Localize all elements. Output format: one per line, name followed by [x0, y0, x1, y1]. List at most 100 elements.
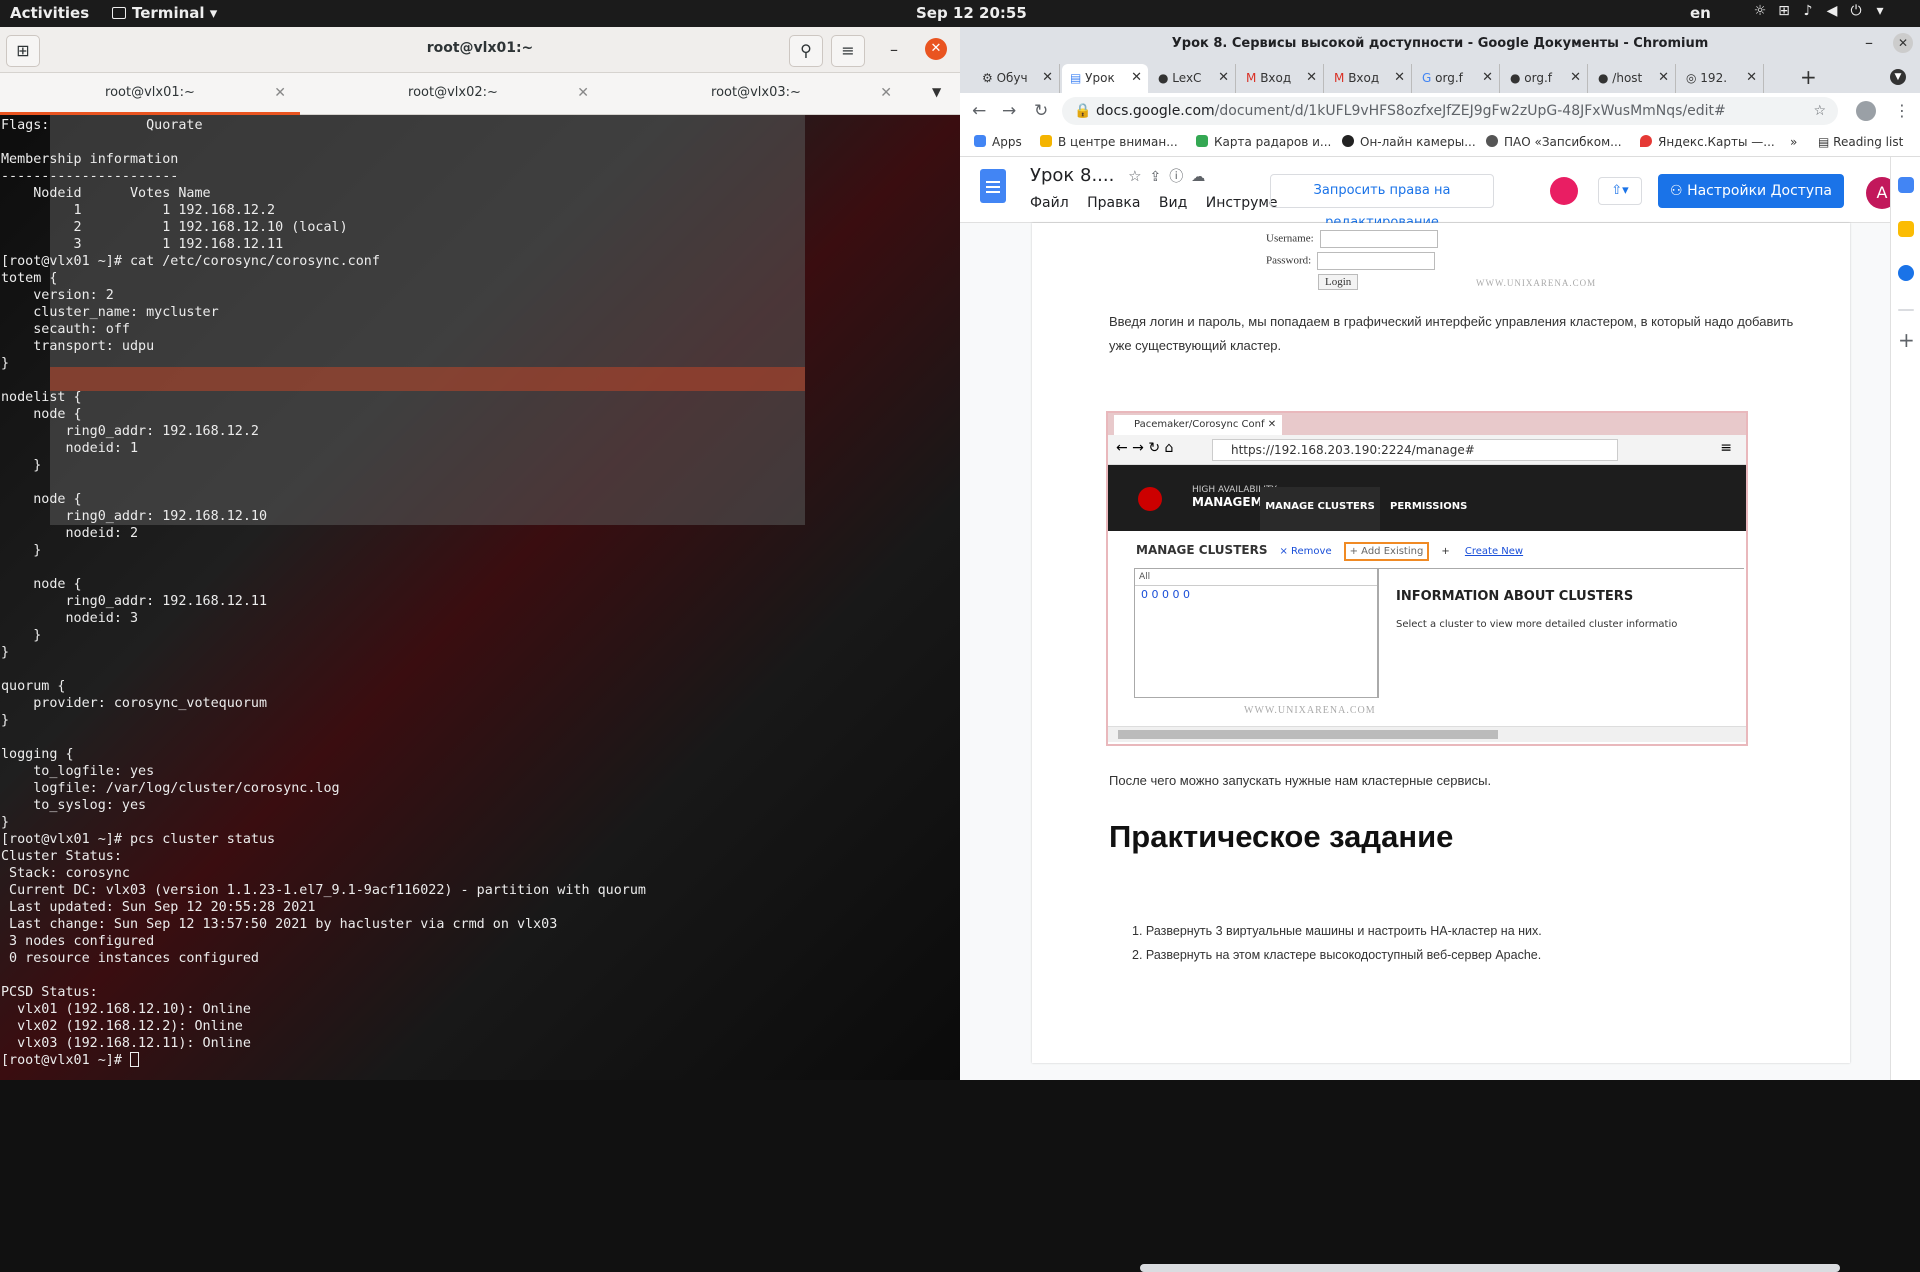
bookmarks-overflow[interactable]: »: [1790, 135, 1797, 149]
address-bar[interactable]: 🔒 docs.google.com/document/d/1kUFL9vHFS8o…: [1062, 97, 1838, 125]
doc-page[interactable]: Username: Password: Login WWW.UNIXARENA.…: [1032, 223, 1850, 1063]
menu-edit[interactable]: Правка: [1087, 195, 1140, 211]
bookmark[interactable]: В центре вниман...: [1040, 135, 1178, 149]
search-icon: ⚲: [800, 41, 812, 60]
horizontal-scrollbar[interactable]: [1140, 1264, 1840, 1272]
terminal-tabs: root@vlx01:~ ✕ root@vlx02:~ ✕ root@vlx03:~…: [0, 73, 960, 115]
language-indicator[interactable]: en: [1690, 4, 1711, 22]
info-icon[interactable]: ⓘ: [1169, 169, 1183, 185]
bookmark[interactable]: ПАО «Запсибком...: [1486, 135, 1622, 149]
browser-tab[interactable]: ● /host ✕: [1590, 64, 1676, 93]
bookmark[interactable]: Карта радаров и...: [1196, 135, 1331, 149]
menu-file[interactable]: Файл: [1030, 195, 1069, 211]
calendar-icon[interactable]: [1898, 177, 1914, 193]
move-icon[interactable]: ⇪: [1150, 169, 1162, 185]
audio-icon: ♪: [1803, 3, 1813, 19]
minimize-button[interactable]: –: [890, 40, 898, 59]
map-pin-icon: [1640, 135, 1652, 147]
browser-tab[interactable]: M Вход ✕: [1238, 64, 1324, 93]
browser-tab[interactable]: G org.f ✕: [1414, 64, 1500, 93]
bookmark-apps[interactable]: Apps: [974, 135, 1022, 149]
terminal-body[interactable]: Flags: Quorate Membership information --…: [0, 115, 960, 1080]
app-menu[interactable]: Terminal ▾: [112, 4, 217, 22]
menu-view[interactable]: Вид: [1159, 195, 1187, 211]
share-button[interactable]: ⚇ Настройки Доступа: [1658, 174, 1844, 208]
app-name: Terminal: [132, 4, 205, 22]
present-button[interactable]: ⇧▾: [1598, 177, 1642, 205]
browser-tab[interactable]: ◎ 192. ✕: [1678, 64, 1764, 93]
present-icon: ⇧▾: [1611, 183, 1629, 198]
cloud-icon[interactable]: ☁: [1191, 169, 1205, 185]
terminal-window: ⊞ root@vlx01:~ ⚲ ≡ – ✕ root@vlx01:~ ✕ roo…: [0, 27, 960, 1080]
profile-icon[interactable]: [1856, 101, 1876, 121]
browser-tab[interactable]: M Вход ✕: [1326, 64, 1412, 93]
close-button[interactable]: ✕: [925, 38, 947, 60]
terminal-tab-vlx01[interactable]: root@vlx01:~ ✕: [0, 73, 300, 115]
close-tab-icon[interactable]: ✕: [1131, 64, 1142, 92]
shot-nav-permissions: PERMISSIONS: [1390, 501, 1468, 512]
system-tray[interactable]: ☼ ⊞ ♪ ◀ ⏻ ▾: [1752, 3, 1888, 19]
extension-icon[interactable]: [1550, 177, 1578, 205]
person-icon: ⚇: [1670, 183, 1688, 199]
tasks-icon[interactable]: [1898, 265, 1914, 281]
login-form-image: Username: Password: Login WWW.UNIXARENA.…: [1262, 230, 1595, 290]
brightness-icon: ☼: [1753, 3, 1767, 19]
google-icon: G: [1422, 71, 1432, 85]
close-tab-icon[interactable]: ✕: [1746, 64, 1757, 92]
shot-list-values: 0 0 0 0 0: [1141, 588, 1190, 601]
tab-search-button[interactable]: ▼: [1890, 69, 1906, 85]
star-icon[interactable]: ☆: [1128, 167, 1141, 185]
terminal-tab-vlx02[interactable]: root@vlx02:~ ✕: [303, 73, 603, 115]
forward-icon[interactable]: →: [1002, 101, 1016, 121]
browser-window: Урок 8. Сервисы высокой доступности - Go…: [960, 27, 1920, 1272]
add-addon-icon[interactable]: +: [1898, 330, 1915, 350]
watermark-text: WWW.UNIXARENA.COM: [1476, 278, 1597, 288]
url-domain: docs.google.com: [1096, 103, 1215, 119]
activities-button[interactable]: Activities: [10, 4, 89, 22]
car-icon: [1196, 135, 1208, 147]
top-bar: Activities Terminal ▾ Sep 12 20:55 en ☼ …: [0, 0, 1920, 27]
docs-header: Урок 8.... ☆ ⇪ ⓘ ☁ Файл Правка Вид Инструме…: [960, 157, 1920, 230]
clock[interactable]: Sep 12 20:55: [916, 4, 1027, 22]
close-button[interactable]: ✕: [1893, 33, 1913, 53]
close-icon: ✕: [1897, 36, 1909, 50]
tab-label: LexC: [1172, 71, 1202, 85]
request-edit-button[interactable]: Запросить права на редактирование: [1270, 174, 1494, 230]
star-icon[interactable]: ☆: [1813, 97, 1826, 125]
more-icon[interactable]: ⋮: [1894, 101, 1910, 120]
keep-icon[interactable]: [1898, 221, 1914, 237]
new-tab-button[interactable]: +: [1800, 65, 1817, 89]
tab-label: root@vlx03:~: [711, 85, 801, 100]
browser-tab[interactable]: ● LexC ✕: [1150, 64, 1236, 93]
search-button[interactable]: ⚲: [789, 35, 823, 67]
bookmark[interactable]: Он-лайн камеры...: [1342, 135, 1476, 149]
close-tab-icon[interactable]: ✕: [1570, 64, 1581, 92]
menu-tools[interactable]: Инструме: [1206, 195, 1278, 211]
close-tab-icon[interactable]: ✕: [1482, 64, 1493, 92]
close-tab-icon[interactable]: ✕: [1306, 64, 1317, 92]
shot-menu-icon: ≡: [1720, 440, 1732, 456]
reload-icon[interactable]: ↻: [1034, 101, 1048, 121]
terminal-tab-vlx03[interactable]: root@vlx03:~ ✕: [606, 73, 906, 115]
close-tab-icon[interactable]: ✕: [880, 73, 892, 113]
browser-tab-active[interactable]: ▤ Урок ✕: [1062, 64, 1148, 93]
browser-tab[interactable]: ⚙ Обуч ✕: [974, 64, 1060, 93]
terminal-icon: [112, 7, 126, 19]
menu-button[interactable]: ≡: [831, 35, 865, 67]
close-tab-icon[interactable]: ✕: [1658, 64, 1669, 92]
browser-tab[interactable]: ● org.f ✕: [1502, 64, 1588, 93]
doc-canvas[interactable]: Username: Password: Login WWW.UNIXARENA.…: [960, 223, 1920, 1272]
power-icon: ⏻: [1850, 3, 1862, 19]
tabs-dropdown-button[interactable]: ▼: [932, 85, 941, 99]
reading-list[interactable]: ▤ Reading list: [1818, 135, 1903, 149]
back-icon[interactable]: ←: [972, 101, 986, 121]
doc-title[interactable]: Урок 8.... ☆ ⇪ ⓘ ☁: [1030, 165, 1205, 186]
docs-logo-icon[interactable]: [980, 169, 1006, 203]
close-tab-icon[interactable]: ✕: [1042, 64, 1053, 92]
bookmark[interactable]: Яндекс.Карты —...: [1640, 135, 1775, 149]
minimize-button[interactable]: –: [1865, 33, 1873, 52]
close-tab-icon[interactable]: ✕: [1394, 64, 1405, 92]
close-tab-icon[interactable]: ✕: [577, 73, 589, 113]
close-tab-icon[interactable]: ✕: [1218, 64, 1229, 92]
close-tab-icon[interactable]: ✕: [274, 73, 286, 113]
